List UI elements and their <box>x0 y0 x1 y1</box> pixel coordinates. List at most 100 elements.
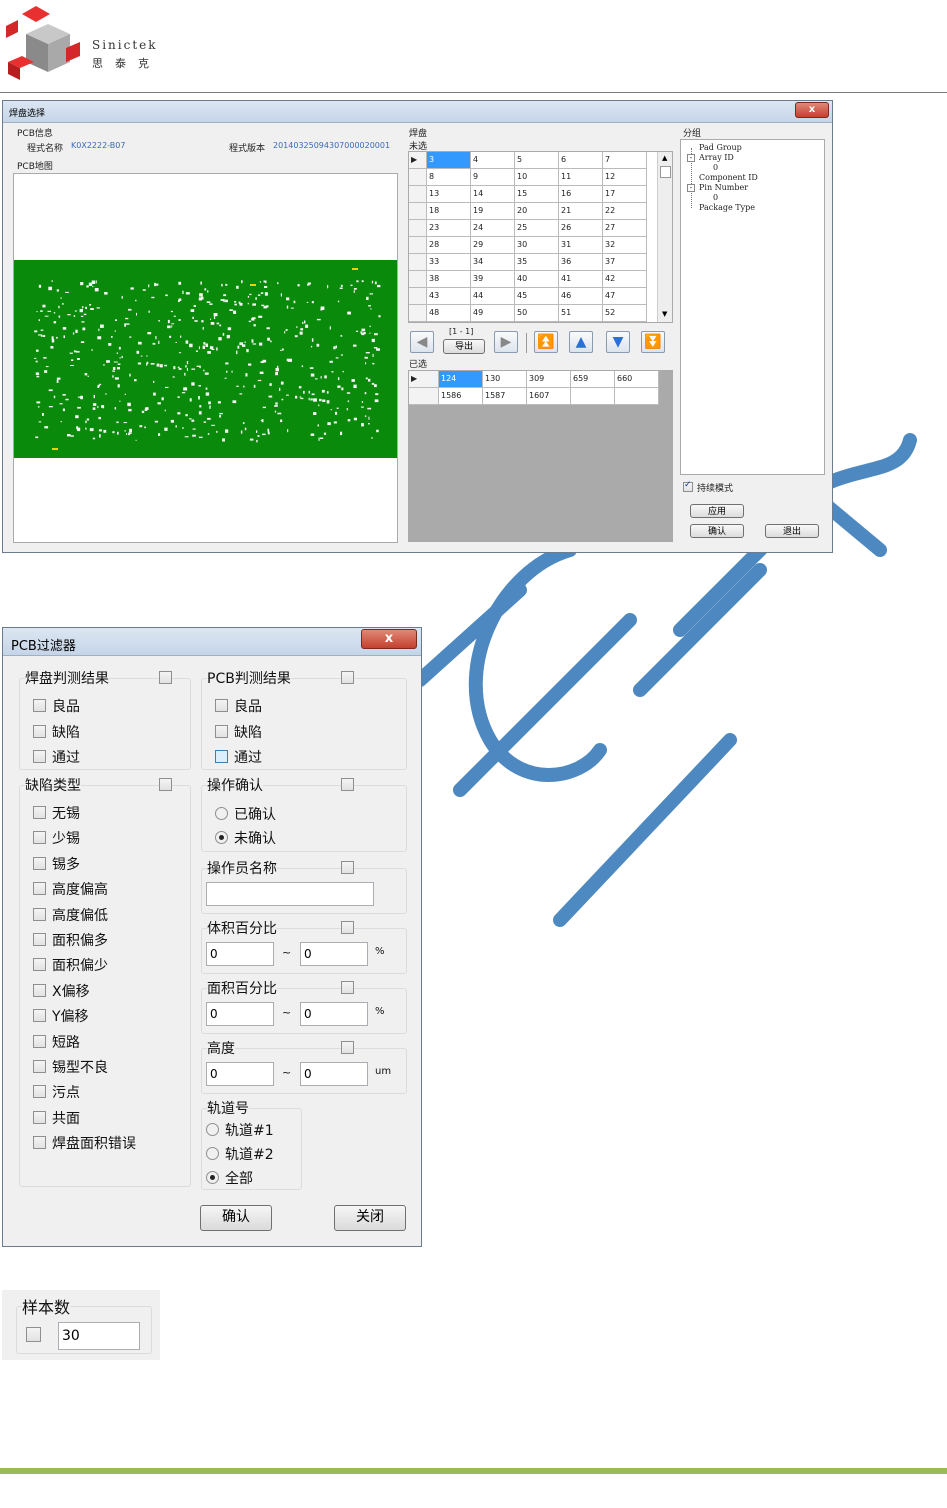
pad-select-titlebar[interactable]: 焊盘选择 x <box>3 101 832 123</box>
unselected-pad-cell[interactable]: 42 <box>603 271 647 288</box>
defect-type-checkbox[interactable] <box>33 1034 46 1048</box>
pad-select-close-button[interactable]: x <box>795 102 829 118</box>
tree-node-pin-number-0[interactable]: 0 <box>713 193 718 202</box>
tree-node-component-id[interactable]: Component ID <box>699 173 758 182</box>
unselected-pad-cell[interactable]: 52 <box>603 305 647 322</box>
unselected-pad-cell[interactable]: 15 <box>515 186 559 203</box>
defect-type-checkbox[interactable] <box>33 983 46 997</box>
tree-expand-icon[interactable]: - <box>687 154 695 162</box>
unselected-pad-cell[interactable]: 19 <box>471 203 515 220</box>
unselected-pad-cell[interactable]: 31 <box>559 237 603 254</box>
grid-row-indicator[interactable] <box>409 254 427 271</box>
unselected-pad-cell[interactable]: 35 <box>515 254 559 271</box>
unselected-pad-cell[interactable]: 18 <box>427 203 471 220</box>
unselected-pad-cell[interactable]: 12 <box>603 169 647 186</box>
grid-row-indicator[interactable] <box>409 220 427 237</box>
grid-row-indicator[interactable] <box>409 388 439 405</box>
tree-node-pad-group[interactable]: Pad Group <box>699 143 742 152</box>
selected-pad-cell[interactable]: 124 <box>439 371 483 388</box>
selected-pad-grid[interactable]: ▶ 124 130 309 659 660 1586 1587 1607 <box>408 370 673 542</box>
grid-row-indicator[interactable] <box>409 203 427 220</box>
area-min-input[interactable]: 0 <box>206 1002 274 1026</box>
unselected-pad-cell[interactable]: 46 <box>559 288 603 305</box>
volume-max-input[interactable]: 0 <box>300 942 368 966</box>
selected-pad-cell[interactable]: 309 <box>527 371 571 388</box>
grid-row-indicator[interactable] <box>409 288 427 305</box>
unselected-pad-cell[interactable]: 11 <box>559 169 603 186</box>
pcb-result-item-checkbox[interactable] <box>215 750 228 763</box>
grid-row-indicator[interactable] <box>409 237 427 254</box>
unselected-pad-cell[interactable]: 4 <box>471 152 515 169</box>
pad-result-all-checkbox[interactable] <box>159 671 172 684</box>
grid-row-indicator[interactable]: ▶ <box>409 152 427 169</box>
move-down-button[interactable]: ▼ <box>606 331 630 353</box>
unselected-pad-cell[interactable]: 23 <box>427 220 471 237</box>
tree-expand-icon[interactable]: - <box>687 184 695 192</box>
height-max-input[interactable]: 0 <box>300 1062 368 1086</box>
area-checkbox[interactable] <box>341 981 354 994</box>
pcb-board-image[interactable] <box>14 260 397 458</box>
unselected-pad-cell[interactable]: 5 <box>515 152 559 169</box>
tree-node-array-id[interactable]: Array ID <box>699 153 734 162</box>
selected-pad-cell[interactable]: 659 <box>571 371 615 388</box>
export-button[interactable]: 导出 <box>443 339 485 354</box>
height-min-input[interactable]: 0 <box>206 1062 274 1086</box>
unselected-pad-cell[interactable]: 51 <box>559 305 603 322</box>
unselected-pad-cell[interactable]: 10 <box>515 169 559 186</box>
unselected-pad-cell[interactable]: 26 <box>559 220 603 237</box>
unselected-pad-cell[interactable]: 17 <box>603 186 647 203</box>
defect-type-checkbox[interactable] <box>33 1060 46 1073</box>
op-confirm-all-checkbox[interactable] <box>341 778 354 791</box>
pcb-result-item-checkbox[interactable] <box>215 724 228 738</box>
filter-ok-button[interactable]: 确认 <box>200 1205 272 1231</box>
move-right-button[interactable]: ▶ <box>494 331 518 353</box>
unselected-pad-cell[interactable]: 28 <box>427 237 471 254</box>
pcb-result-all-checkbox[interactable] <box>341 671 354 684</box>
defect-type-checkbox[interactable] <box>33 831 46 845</box>
unselected-pad-cell[interactable]: 45 <box>515 288 559 305</box>
scroll-thumb[interactable] <box>660 166 671 178</box>
selected-pad-cell[interactable] <box>571 388 615 405</box>
op-confirmed-radio[interactable] <box>215 807 228 820</box>
move-bottom-button[interactable]: ⏬ <box>641 331 665 353</box>
selected-pad-cell[interactable]: 1607 <box>527 388 571 405</box>
unselected-pad-cell[interactable]: 50 <box>515 305 559 322</box>
unselected-pad-cell[interactable]: 40 <box>515 271 559 288</box>
defect-type-checkbox[interactable] <box>33 1110 46 1124</box>
unselected-pad-cell[interactable]: 14 <box>471 186 515 203</box>
continue-mode-checkbox[interactable]: ✓ <box>683 480 693 492</box>
grid-row-indicator[interactable] <box>409 305 427 322</box>
unselected-pad-cell[interactable]: 9 <box>471 169 515 186</box>
move-left-button[interactable]: ◀ <box>410 331 434 353</box>
grid-row-indicator[interactable] <box>409 169 427 186</box>
grid-row-indicator[interactable]: ▶ <box>409 371 439 388</box>
sample-count-input[interactable]: 30 <box>58 1322 140 1350</box>
unselected-pad-cell[interactable]: 3 <box>427 152 471 169</box>
filter-close-button[interactable]: 关闭 <box>334 1205 406 1231</box>
unselected-pad-cell[interactable]: 22 <box>603 203 647 220</box>
unselected-pad-cell[interactable]: 7 <box>603 152 647 169</box>
track-2-radio[interactable] <box>206 1147 219 1160</box>
defect-type-checkbox[interactable] <box>33 958 46 972</box>
unselected-pad-cell[interactable]: 29 <box>471 237 515 254</box>
selected-pad-cell[interactable]: 130 <box>483 371 527 388</box>
unselected-pad-grid[interactable]: ▲ ▼ ▶ 3 4 5 6 7 8 9 10 11 12 13 14 15 16 17 18 19 20 21 22 23… <box>408 151 673 323</box>
unselected-grid-scrollbar[interactable]: ▲ ▼ <box>657 152 672 322</box>
volume-checkbox[interactable] <box>341 921 354 934</box>
move-up-button[interactable]: ▲ <box>569 331 593 353</box>
unselected-pad-cell[interactable]: 37 <box>603 254 647 271</box>
pcb-map-panel[interactable] <box>13 173 398 543</box>
height-checkbox[interactable] <box>341 1041 354 1054</box>
apply-button[interactable]: 应用 <box>690 504 744 518</box>
unselected-pad-cell[interactable]: 44 <box>471 288 515 305</box>
selected-pad-cell[interactable] <box>615 388 659 405</box>
scroll-up-icon[interactable]: ▲ <box>662 154 667 162</box>
unselected-pad-cell[interactable]: 16 <box>559 186 603 203</box>
selected-pad-cell[interactable]: 1586 <box>439 388 483 405</box>
pcb-filter-close-button[interactable]: x <box>361 629 417 649</box>
unselected-pad-cell[interactable]: 48 <box>427 305 471 322</box>
unselected-pad-cell[interactable]: 27 <box>603 220 647 237</box>
unselected-pad-cell[interactable]: 32 <box>603 237 647 254</box>
unselected-pad-cell[interactable]: 24 <box>471 220 515 237</box>
defect-type-checkbox[interactable] <box>33 907 46 921</box>
